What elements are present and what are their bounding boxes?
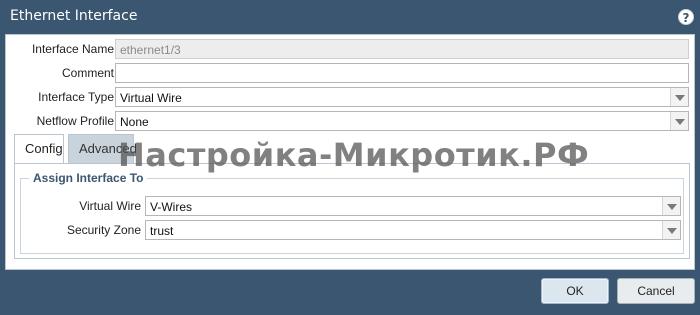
comment-input[interactable] — [115, 63, 689, 83]
dialog-titlebar: Ethernet Interface ? — [0, 0, 700, 34]
cancel-button[interactable]: Cancel — [617, 278, 695, 304]
ok-button[interactable]: OK — [541, 278, 609, 304]
virtual-wire-label: Virtual Wire — [79, 199, 141, 213]
netflow-profile-row: Netflow Profile None — [6, 110, 696, 132]
security-zone-label: Security Zone — [66, 223, 141, 237]
netflow-profile-label: Netflow Profile — [36, 114, 114, 128]
virtual-wire-select[interactable]: V-Wires — [145, 196, 681, 216]
chevron-down-icon — [675, 95, 685, 101]
interface-type-value: Virtual Wire — [120, 91, 182, 105]
interface-type-dropdown-button[interactable] — [670, 88, 688, 106]
netflow-profile-dropdown-button[interactable] — [670, 112, 688, 130]
interface-name-field: ethernet1/3 — [115, 39, 689, 59]
interface-type-select[interactable]: Virtual Wire — [115, 87, 689, 107]
interface-name-row: Interface Name ethernet1/3 — [6, 38, 696, 60]
comment-label: Comment — [61, 66, 114, 80]
security-zone-select[interactable]: trust — [145, 220, 681, 240]
comment-row: Comment — [6, 62, 696, 84]
security-zone-value: trust — [150, 224, 174, 238]
interface-type-label: Interface Type — [38, 90, 114, 104]
assign-interface-group: Assign Interface To Virtual Wire V-Wires… — [20, 171, 685, 254]
security-zone-row: Security Zone trust — [21, 219, 685, 241]
chevron-down-icon — [675, 119, 685, 125]
watermark: Настройка-Микротик.РФ — [118, 136, 590, 174]
dialog-title: Ethernet Interface — [10, 8, 138, 24]
virtual-wire-value: V-Wires — [150, 200, 192, 214]
interface-type-row: Interface Type Virtual Wire — [6, 86, 696, 108]
security-zone-dropdown-button[interactable] — [662, 221, 680, 239]
interface-name-label: Interface Name — [31, 42, 114, 56]
netflow-profile-value: None — [120, 115, 149, 129]
tab-config[interactable]: Config — [14, 134, 64, 164]
help-icon[interactable]: ? — [678, 9, 694, 25]
netflow-profile-select[interactable]: None — [115, 111, 689, 131]
chevron-down-icon — [667, 228, 677, 234]
chevron-down-icon — [667, 204, 677, 210]
config-tab-panel: Assign Interface To Virtual Wire V-Wires… — [14, 163, 690, 259]
dialog-footer: OK Cancel — [0, 270, 700, 315]
virtual-wire-dropdown-button[interactable] — [662, 197, 680, 215]
interface-name-value: ethernet1/3 — [120, 43, 181, 57]
virtual-wire-row: Virtual Wire V-Wires — [21, 195, 685, 217]
